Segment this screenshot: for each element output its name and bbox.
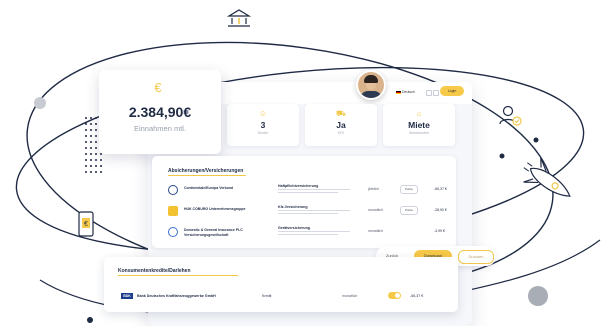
payment-frequency: monatlich	[368, 229, 383, 233]
insurance-title: Absicherungen/Versicherungen	[168, 168, 244, 174]
detail-line	[278, 189, 350, 191]
login-button[interactable]: Login	[440, 86, 464, 96]
title-underline	[118, 275, 238, 276]
detail-line	[278, 210, 350, 212]
stat-value: 3	[260, 120, 266, 130]
payment-frequency: jährlich	[368, 187, 380, 191]
insurance-row[interactable]: HUK COBURG Unternehmensgruppe Kfz-Versic…	[168, 203, 450, 221]
detail-line	[278, 192, 338, 194]
credits-title: Konsumentenkredite/Darlehen	[118, 268, 191, 274]
stat-label: Wohnkosten	[409, 131, 429, 135]
stat-value: Miete	[408, 120, 430, 130]
continentale-logo-icon	[168, 185, 178, 195]
price: -66,37 €	[434, 187, 447, 191]
bank-building-icon	[226, 9, 252, 27]
price: -3,99 €	[434, 229, 445, 233]
police-button[interactable]: Police	[400, 185, 418, 194]
insurance-panel: Absicherungen/Versicherungen Continental…	[152, 156, 456, 248]
detail-line	[278, 213, 338, 215]
insurance-row[interactable]: Domestic & General Insurance PLC Versich…	[168, 224, 450, 242]
price: -56,37 €	[410, 294, 424, 298]
stat-value: Ja	[336, 120, 346, 130]
language-selector[interactable]: Deutsch	[396, 90, 415, 94]
stat-card-children: ☺ 3 Kinder	[227, 104, 299, 146]
income-amount: 2.384,90€	[128, 104, 192, 120]
title-underline	[168, 175, 246, 176]
credit-type: Kredit	[262, 294, 272, 298]
insurer-name: Domestic & General Insurance PLC Versich…	[184, 228, 243, 237]
money-bag-icon: €	[154, 80, 162, 95]
police-button[interactable]: Police	[400, 206, 418, 215]
income-card: € 2.384,90€ Einnahmen mtl.	[99, 70, 221, 154]
credits-panel: Konsumentenkredite/Darlehen BDK Bank Deu…	[104, 257, 458, 312]
detail-line	[278, 231, 350, 233]
credit-toggle[interactable]	[388, 292, 401, 299]
insurer-name: HUK COBURG Unternehmensgruppe	[184, 207, 246, 211]
payment-frequency: monatlich	[368, 208, 383, 212]
house-icon: ⌂	[416, 109, 422, 118]
insurance-type: Haftpflichtversicherung	[278, 184, 319, 188]
income-label: Einnahmen mtl.	[133, 124, 187, 133]
insurance-row[interactable]: Continentale/Europa Verbund Haftpflichtv…	[168, 182, 450, 200]
payment-frequency: monatlich	[342, 294, 358, 298]
detail-line	[278, 234, 338, 236]
phone-euro-icon: €	[78, 211, 94, 237]
domestic-general-logo-icon	[168, 227, 178, 237]
rocket-icon	[523, 158, 571, 197]
children-icon: ☺	[258, 109, 268, 118]
price: -28,90 €	[434, 208, 447, 212]
language-label: Deutsch	[402, 90, 415, 94]
svg-text:€: €	[84, 221, 88, 228]
german-flag-icon	[396, 90, 401, 94]
avatar	[356, 70, 386, 100]
user-check-icon	[499, 105, 522, 126]
stat-label: KFZ	[337, 131, 345, 135]
bdk-logo: BDK	[121, 293, 133, 299]
insurance-type: Gerätversicherung	[278, 226, 310, 230]
lender-name: Bank Deutsches Kraftfahrzeuggewerbe GmbH	[137, 294, 216, 298]
settings-icon[interactable]	[426, 90, 432, 96]
stat-card-car: ⛟ Ja KFZ	[305, 104, 377, 146]
insurer-name: Continentale/Europa Verbund	[184, 186, 234, 190]
insurance-type: Kfz-Versicherung	[278, 205, 308, 209]
print-button[interactable]: Drucken	[458, 250, 494, 264]
stat-card-housing: ⌂ Miete Wohnkosten	[383, 104, 455, 146]
car-icon: ⛟	[335, 109, 347, 118]
huk-logo-icon	[168, 206, 178, 216]
profile-icon[interactable]	[433, 90, 439, 96]
stat-label: Kinder	[257, 131, 269, 135]
